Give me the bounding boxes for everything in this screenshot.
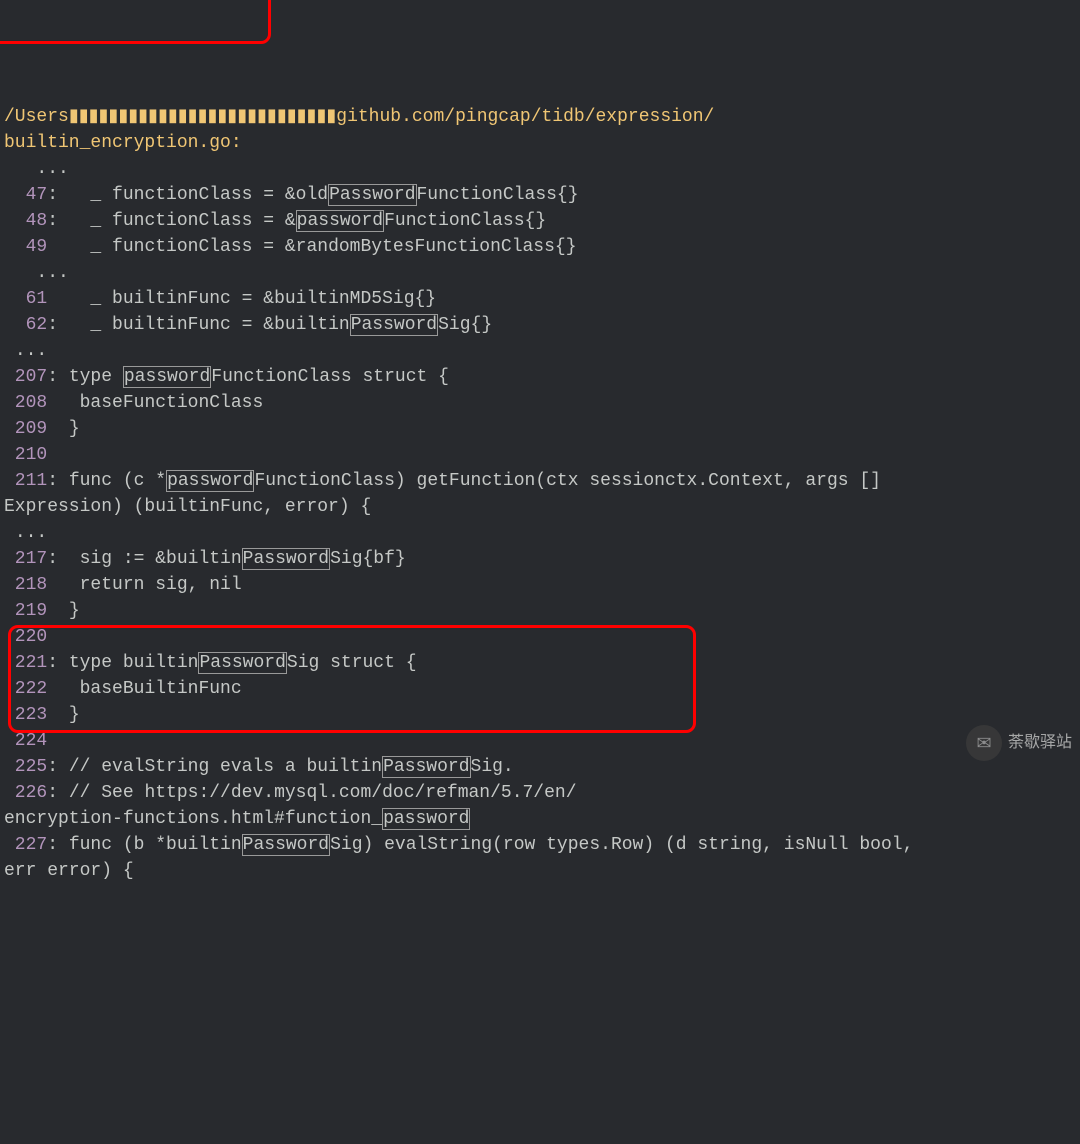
code-line: 217: sig := &builtinPasswordSig{bf} — [4, 546, 1076, 572]
code-line: 218 return sig, nil — [4, 572, 1076, 598]
code-line-continuation: err error) { — [4, 858, 1076, 884]
line-number: 226 — [4, 783, 47, 803]
line-number: 218 — [4, 575, 47, 595]
line-number: 208 — [4, 393, 47, 413]
code-line: 221: type builtinPasswordSig struct { — [4, 650, 1076, 676]
line-number: 220 — [4, 627, 47, 647]
code-line: 48: _ functionClass = &passwordFunctionC… — [4, 208, 1076, 234]
code-line: 61 _ builtinFunc = &builtinMD5Sig{} — [4, 286, 1076, 312]
code-line-continuation: encryption-functions.html#function_passw… — [4, 806, 1076, 832]
line-number: 210 — [4, 445, 47, 465]
code-viewport: /Users▮▮▮▮▮▮▮▮▮▮▮▮▮▮▮▮▮▮▮▮▮▮▮▮▮▮▮github.… — [0, 104, 1080, 884]
code-line-continuation: Expression) (builtinFunc, error) { — [4, 494, 1076, 520]
line-number: 207 — [4, 367, 47, 387]
code-lines: ... 47: _ functionClass = &oldPasswordFu… — [4, 156, 1076, 884]
watermark: ✉ 荼歇驿站 — [966, 725, 1072, 761]
code-line: 220 — [4, 624, 1076, 650]
line-number: 222 — [4, 679, 47, 699]
ellipsis-line: ... — [4, 260, 1076, 286]
code-line: 62: _ builtinFunc = &builtinPasswordSig{… — [4, 312, 1076, 338]
line-number: 211 — [4, 471, 47, 491]
line-number: 49 — [4, 237, 47, 257]
line-number: 224 — [4, 731, 47, 751]
ellipsis-line: ... — [4, 156, 1076, 182]
ellipsis-line: ... — [4, 338, 1076, 364]
line-number: 209 — [4, 419, 47, 439]
code-line: 226: // See https://dev.mysql.com/doc/re… — [4, 780, 1076, 806]
code-line: 208 baseFunctionClass — [4, 390, 1076, 416]
code-line: 207: type passwordFunctionClass struct { — [4, 364, 1076, 390]
code-line: 227: func (b *builtinPasswordSig) evalSt… — [4, 832, 1076, 858]
code-line: 210 — [4, 442, 1076, 468]
line-number: 48 — [4, 211, 47, 231]
line-number: 217 — [4, 549, 47, 569]
line-number: 227 — [4, 835, 47, 855]
code-line: 224 — [4, 728, 1076, 754]
line-number: 62 — [4, 315, 47, 335]
wechat-icon: ✉ — [966, 725, 1002, 761]
line-number: 219 — [4, 601, 47, 621]
code-line: 49 _ functionClass = &randomBytesFunctio… — [4, 234, 1076, 260]
ellipsis-line: ... — [4, 520, 1076, 546]
annotation-box-filename — [0, 0, 271, 44]
file-path: /Users▮▮▮▮▮▮▮▮▮▮▮▮▮▮▮▮▮▮▮▮▮▮▮▮▮▮▮github.… — [4, 107, 714, 127]
code-line: 209 } — [4, 416, 1076, 442]
file-name: builtin_encryption.go: — [4, 133, 242, 153]
code-line: 223 } — [4, 702, 1076, 728]
code-line: 219 } — [4, 598, 1076, 624]
obscured-segment: ▮▮▮▮▮▮▮▮▮▮▮▮▮▮▮▮▮▮▮▮▮▮▮▮▮▮▮ — [69, 107, 336, 127]
line-number: 223 — [4, 705, 47, 725]
code-line: 211: func (c *passwordFunctionClass) get… — [4, 468, 1076, 494]
line-number: 47 — [4, 185, 47, 205]
line-number: 221 — [4, 653, 47, 673]
code-line: 47: _ functionClass = &oldPasswordFuncti… — [4, 182, 1076, 208]
code-line: 222 baseBuiltinFunc — [4, 676, 1076, 702]
line-number: 225 — [4, 757, 47, 777]
code-line: 225: // evalString evals a builtinPasswo… — [4, 754, 1076, 780]
line-number: 61 — [4, 289, 47, 309]
watermark-text: 荼歇驿站 — [1008, 730, 1072, 756]
